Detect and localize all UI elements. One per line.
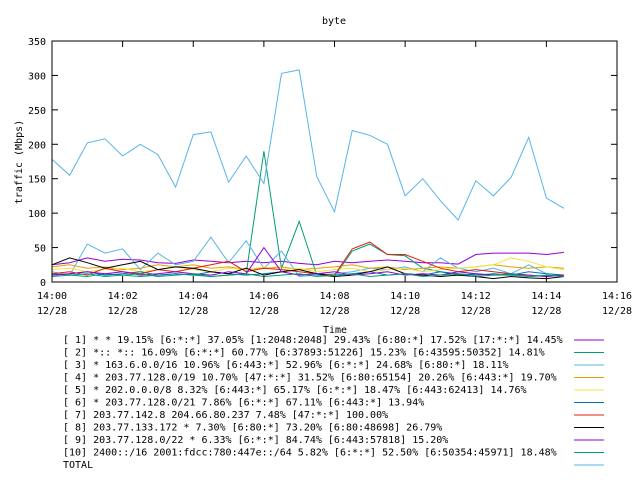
legend-label: [ 2] *:: *:: 16.09% [6:*:*] 60.77% [6:37… xyxy=(63,348,545,359)
legend-label: [ 3] * 163.6.0.0/16 10.96% [6:443:*] 52.… xyxy=(63,360,509,371)
x-tick-time-label: 14:00 xyxy=(37,291,67,302)
y-tick-label: 200 xyxy=(28,140,46,151)
x-tick-date-label: 12/28 xyxy=(37,306,67,317)
chart-title: byte xyxy=(322,16,346,27)
series-lines xyxy=(51,69,565,280)
legend-label: TOTAL xyxy=(63,460,93,471)
legend-label: [ 1] * * 19.15% [6:*:*] 37.05% [1:2048:2… xyxy=(63,335,563,346)
series-line-2 xyxy=(51,151,565,278)
legend-label: [ 8] 203.77.133.172 * 7.30% [6:80:*] 73.… xyxy=(63,423,442,434)
x-tick-date-label: 12/28 xyxy=(602,306,632,317)
x-tick-time-label: 14:02 xyxy=(108,291,138,302)
x-tick-date-label: 12/28 xyxy=(390,306,420,317)
y-axis-label: traffic (Mbps) xyxy=(14,120,25,204)
x-tick-time-label: 14:16 xyxy=(602,291,632,302)
y-axis: 0 50 100 150 200 250 300 350 xyxy=(28,37,617,289)
x-tick-time-label: 14:10 xyxy=(390,291,420,302)
legend-label: [ 7] 203.77.142.8 204.66.80.237 7.48% [4… xyxy=(63,410,388,421)
y-tick-label: 0 xyxy=(40,278,46,289)
legend-label: [ 5] * 202.0.0.0/8 8.32% [6:443:*] 65.17… xyxy=(63,385,527,396)
x-tick-date-label: 12/28 xyxy=(249,306,279,317)
x-tick-date-label: 12/28 xyxy=(531,306,561,317)
legend-label: [10] 2400::/16 2001:fdcc:780:447e::/64 5… xyxy=(63,448,557,459)
y-tick-label: 100 xyxy=(28,209,46,220)
x-tick-date-label: 12/28 xyxy=(319,306,349,317)
legend-label: [ 6] * 203.77.128.0/21 7.86% [6:*:*] 67.… xyxy=(63,398,424,409)
plot-frame xyxy=(51,40,618,283)
legend: [ 1] * * 19.15% [6:*:*] 37.05% [1:2048:2… xyxy=(63,335,604,471)
x-tick-time-label: 14:06 xyxy=(249,291,279,302)
x-tick-date-label: 12/28 xyxy=(108,306,138,317)
series-line-11 xyxy=(51,69,565,221)
y-tick-label: 300 xyxy=(28,71,46,82)
x-tick-date-label: 12/28 xyxy=(178,306,208,317)
x-tick-time-label: 14:14 xyxy=(531,291,561,302)
x-tick-time-label: 14:08 xyxy=(319,291,349,302)
y-tick-label: 350 xyxy=(28,37,46,48)
x-tick-time-label: 14:04 xyxy=(178,291,208,302)
series-line-1 xyxy=(51,251,565,266)
legend-label: [ 9] 203.77.128.0/22 * 6.33% [6:*:*] 84.… xyxy=(63,435,448,446)
y-tick-label: 150 xyxy=(28,175,46,186)
x-tick-time-label: 14:12 xyxy=(461,291,491,302)
y-tick-label: 250 xyxy=(28,106,46,117)
legend-label: [ 4] * 203.77.128.0/19 10.70% [47:*:*] 3… xyxy=(63,373,557,384)
y-tick-label: 50 xyxy=(34,244,46,255)
chart: byte traffic (Mbps) Time 050100150200250… xyxy=(14,16,632,471)
x-tick-date-label: 12/28 xyxy=(461,306,491,317)
